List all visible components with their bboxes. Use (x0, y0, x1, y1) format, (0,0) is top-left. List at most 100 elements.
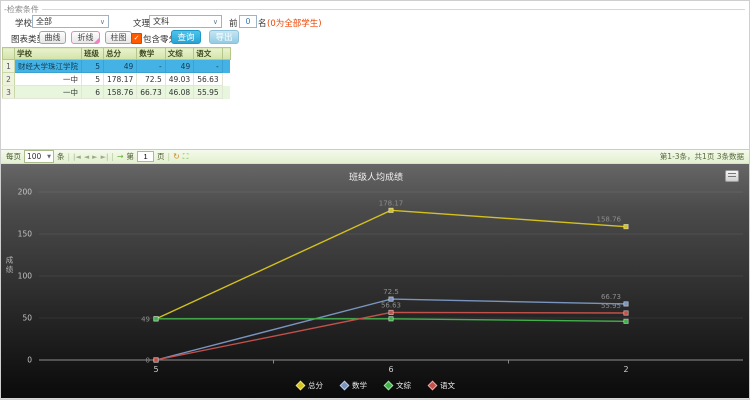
topn-label: 前 (229, 17, 238, 29)
y-tick-label: 200 (18, 188, 33, 197)
cell: 一中 (15, 86, 82, 99)
prev-page-icon[interactable]: ◄ (84, 153, 89, 161)
goto-page-input[interactable] (137, 151, 154, 162)
data-label: 178.17 (379, 199, 404, 207)
legend-label: 文综 (396, 380, 411, 391)
per-page-select[interactable]: 100 ▼ (24, 150, 54, 163)
cell: 55.95 (194, 86, 222, 99)
divider: | (68, 152, 71, 161)
per-page-label: 每页 (6, 151, 21, 162)
cell: 5 (82, 73, 104, 86)
legend-marker-icon (340, 381, 350, 391)
row-number-header (3, 48, 15, 60)
y-tick-label: 50 (22, 314, 32, 323)
school-select-value: 全部 (36, 16, 52, 27)
cell: 46.08 (165, 86, 193, 99)
table-row[interactable]: 1财经大学珠江学院549-49- (3, 60, 231, 73)
school-select[interactable]: 全部 ∨ (32, 15, 109, 28)
cell: 56.63 (194, 73, 222, 86)
stream-select-value: 文科 (153, 16, 169, 27)
chevron-down-icon: ∨ (100, 18, 105, 26)
cell: 一中 (15, 73, 82, 86)
row-filler (222, 86, 230, 99)
y-tick-label: 150 (18, 230, 33, 239)
data-label: 56.63 (381, 301, 401, 309)
fieldset-rule (42, 9, 745, 10)
last-page-icon[interactable]: ►| (101, 153, 109, 161)
chart-type-button[interactable]: 曲线 (39, 31, 66, 44)
table-row[interactable]: 2一中5178.1772.549.0356.63 (3, 73, 231, 86)
y-tick-label: 100 (18, 272, 33, 281)
data-label: 0 (146, 357, 150, 365)
include-zero-checkbox[interactable]: ✓ (131, 33, 142, 44)
column-header[interactable]: 学校 (15, 48, 82, 60)
data-point (154, 317, 158, 321)
topn-hint: (0为全部学生) (267, 17, 322, 29)
row-number: 1 (3, 60, 15, 73)
topn-input[interactable] (239, 15, 257, 28)
search-panel-title: 检索条件 (7, 4, 39, 15)
cell: 5 (82, 60, 104, 73)
chart-title: 班级人均成绩 (1, 170, 750, 183)
legend-item[interactable]: 总分 (297, 380, 323, 391)
cell: 6 (82, 86, 104, 99)
legend-item[interactable]: 语文 (429, 380, 455, 391)
line-chart: 05010015020056249178.17158.76072.566.735… (1, 164, 750, 398)
data-point (624, 224, 628, 228)
column-header[interactable]: 文综 (165, 48, 193, 60)
legend-item[interactable]: 文综 (385, 380, 411, 391)
cell: 66.73 (137, 86, 165, 99)
stream-select[interactable]: 文科 ∨ (149, 15, 222, 28)
table-row[interactable]: 3一中6158.7666.7346.0855.95 (3, 86, 231, 99)
data-label: 49 (141, 315, 150, 323)
data-point (154, 358, 158, 362)
legend-item[interactable]: 数学 (341, 380, 367, 391)
column-header[interactable]: 语文 (194, 48, 222, 60)
menu-lines-icon (728, 173, 736, 179)
column-header[interactable]: 班级 (82, 48, 104, 60)
legend-marker-icon (384, 381, 394, 391)
data-point (624, 319, 628, 323)
data-point (624, 302, 628, 306)
chart-type-button[interactable]: 柱图 (105, 31, 132, 44)
export-button[interactable]: 导出 (209, 30, 239, 44)
row-number: 3 (3, 86, 15, 99)
cell: 178.17 (104, 73, 137, 86)
fullscreen-icon[interactable]: ⛶ (183, 152, 189, 162)
legend-label: 总分 (308, 380, 323, 391)
header-filler (222, 48, 230, 60)
next-page-icon[interactable]: ► (92, 153, 97, 161)
legend-marker-icon (296, 381, 306, 391)
data-label: 72.5 (383, 288, 399, 296)
cell: 72.5 (137, 73, 165, 86)
refresh-icon[interactable]: ↻ (173, 152, 180, 161)
results-table: 学校班级总分数学文综语文 1财经大学珠江学院549-49-2一中5178.177… (2, 47, 231, 99)
row-number: 2 (3, 73, 15, 86)
column-header[interactable]: 总分 (104, 48, 137, 60)
chart-type-button[interactable]: 折线 (71, 31, 100, 44)
score-analysis-page: -检索条件 学校： 全部 ∨ 文理： 文科 ∨ 前 名 (0为全部学生) 图表类… (0, 0, 750, 400)
first-page-icon[interactable]: |◄ (73, 153, 81, 161)
data-point (389, 310, 393, 314)
chart-menu-icon[interactable] (725, 170, 739, 182)
y-tick-label: 0 (27, 356, 32, 365)
y-axis-title: 成绩 (4, 256, 15, 275)
legend-label: 数学 (352, 380, 367, 391)
cell: 49 (165, 60, 193, 73)
column-header[interactable]: 数学 (137, 48, 165, 60)
cell: 49.03 (165, 73, 193, 86)
goto-page-icon[interactable]: → (117, 152, 124, 161)
chart-type-row: 图表类型： 曲线折线柱图 ✓ 包含零分者 查询 导出 (1, 30, 749, 46)
data-point (624, 311, 628, 315)
cell: - (194, 60, 222, 73)
divider: | (111, 152, 114, 161)
cell: - (137, 60, 165, 73)
chart-legend: 总分 数学 文综 语文 (1, 380, 750, 391)
goto-prefix: 第 (127, 151, 135, 162)
query-button[interactable]: 查询 (171, 30, 201, 44)
row-filler (222, 60, 230, 73)
per-page-unit: 条 (57, 151, 65, 162)
data-point (389, 317, 393, 321)
cell: 财经大学珠江学院 (15, 60, 82, 73)
x-tick-label: 2 (623, 365, 628, 374)
